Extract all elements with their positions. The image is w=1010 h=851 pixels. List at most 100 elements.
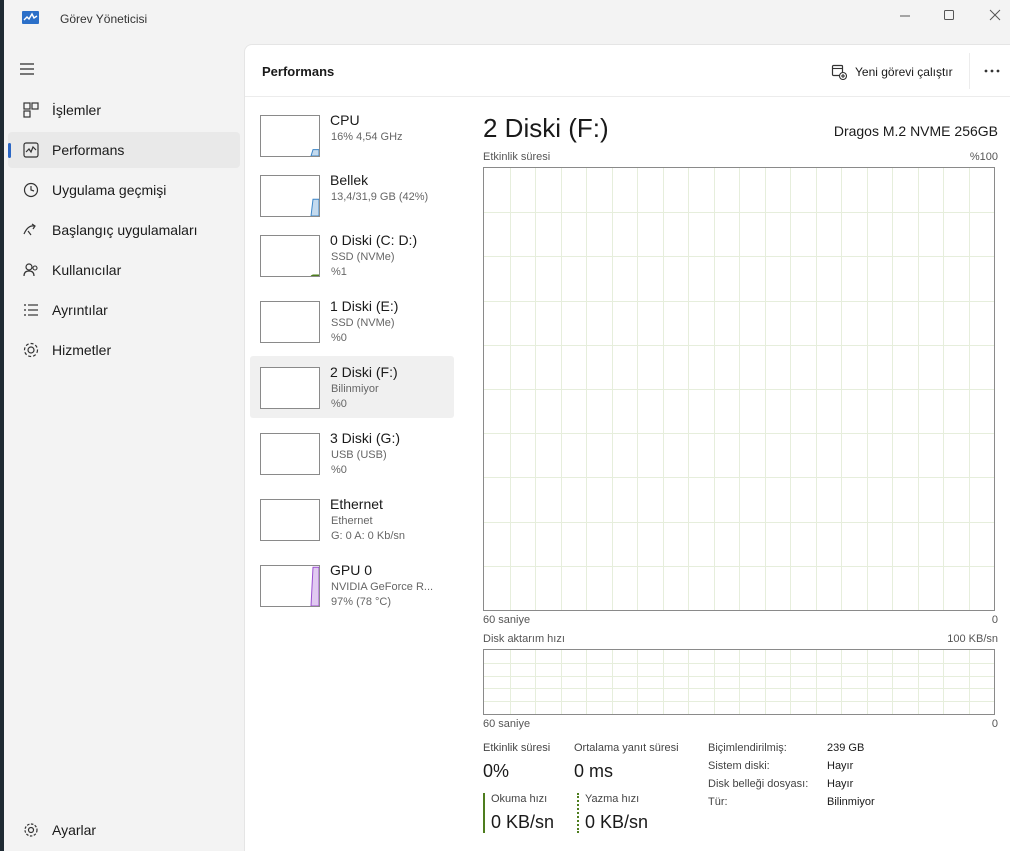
device-item-disk-3[interactable]: 3 Diski (G:) USB (USB) %0 <box>250 425 454 487</box>
activity-time-value: 0% <box>483 761 510 781</box>
device-name: 0 Diski (C: D:) <box>330 232 418 248</box>
device-subtitle: Ethernet <box>331 515 373 527</box>
device-item-memory[interactable]: Bellek 13,4/31,9 GB (42%) <box>250 167 454 229</box>
maximize-icon <box>944 10 954 20</box>
nav-item-label: İşlemler <box>52 102 102 118</box>
device-thumbnail-graph <box>260 565 320 607</box>
page-title: Performans <box>262 64 335 79</box>
device-usage: %0 <box>331 464 347 476</box>
device-subtitle: NVIDIA GeForce R... <box>331 581 434 593</box>
gear-icon <box>22 821 40 839</box>
device-usage: %1 <box>331 266 347 278</box>
device-name: 3 Diski (G:) <box>330 430 400 446</box>
device-name: 1 Diski (E:) <box>330 298 399 314</box>
nav-item-details[interactable]: Ayrıntılar <box>8 292 240 328</box>
transfer-graph-time-right: 0 <box>991 718 998 730</box>
device-thumbnail-graph <box>260 175 320 217</box>
more-icon <box>984 69 1000 73</box>
activity-graph-max: %100 <box>969 151 998 163</box>
device-usage: G: 0 A: 0 Kb/sn <box>331 530 405 542</box>
run-new-task-button[interactable]: Yeni görevi çalıştır <box>831 61 953 83</box>
device-thumbnail-graph <box>260 115 320 157</box>
title-bar: Görev Yöneticisi <box>4 0 1010 40</box>
activity-time-label: Etkinlik süresi <box>483 742 551 754</box>
device-subtitle: USB (USB) <box>331 449 387 461</box>
activity-graph-time-right: 0 <box>991 614 998 626</box>
write-speed-label: Yazma hızı <box>585 793 640 805</box>
maximize-button[interactable] <box>926 0 972 30</box>
performance-icon <box>22 141 40 159</box>
device-usage: %0 <box>331 332 347 344</box>
transfer-graph-label: Disk aktarım hızı <box>483 633 565 645</box>
nav-item-startup-apps[interactable]: Başlangıç uygulamaları <box>8 212 240 248</box>
usage-fill <box>310 566 319 606</box>
device-name: Ethernet <box>330 496 383 512</box>
nav-item-label: Başlangıç uygulamaları <box>52 222 198 238</box>
device-subtitle: SSD (NVMe) <box>331 317 395 329</box>
run-task-icon <box>831 64 848 81</box>
device-name: Bellek <box>330 172 369 188</box>
panel-header: Performans Yeni görevi çalıştır <box>245 45 1010 97</box>
activity-graph-time-left: 60 saniye <box>483 614 531 626</box>
activity-graph-label: Etkinlik süresi <box>483 151 551 163</box>
property-key: Sistem diski: <box>708 760 770 772</box>
device-item-disk-0[interactable]: 0 Diski (C: D:) SSD (NVMe) %1 <box>250 227 454 289</box>
minimize-icon <box>900 15 910 17</box>
nav-item-label: Hizmetler <box>52 342 112 358</box>
read-speed-indicator <box>483 793 485 833</box>
device-item-disk-2[interactable]: 2 Diski (F:) Bilinmiyor %0 <box>250 356 454 418</box>
more-options-button[interactable] <box>981 61 1003 81</box>
property-value: Hayır <box>827 778 854 790</box>
processes-icon <box>22 101 40 119</box>
device-usage: %0 <box>331 398 347 410</box>
nav-item-settings[interactable]: Ayarlar <box>8 812 240 848</box>
property-value: 239 GB <box>827 742 865 754</box>
property-value: Hayır <box>827 760 854 772</box>
device-name: CPU <box>330 112 360 128</box>
nav-item-performance[interactable]: Performans <box>8 132 240 168</box>
read-speed-label: Okuma hızı <box>491 793 548 805</box>
write-speed-value: 0 KB/sn <box>585 812 649 832</box>
avg-response-value: 0 ms <box>574 761 614 781</box>
usage-fill <box>310 198 319 216</box>
device-name: 2 Diski (F:) <box>330 364 398 380</box>
nav-item-app-history[interactable]: Uygulama geçmişi <box>8 172 240 208</box>
device-name: GPU 0 <box>330 562 373 578</box>
close-button[interactable] <box>972 0 1010 30</box>
read-speed-value: 0 KB/sn <box>491 812 555 832</box>
device-usage: 97% (78 °C) <box>331 596 392 608</box>
details-icon <box>22 301 40 319</box>
users-icon <box>22 261 40 279</box>
task-manager-app-icon <box>22 11 39 24</box>
avg-response-label: Ortalama yanıt süresi <box>574 742 679 754</box>
device-item-gpu[interactable]: GPU 0 NVIDIA GeForce R... 97% (78 °C) <box>250 557 454 619</box>
settings-label: Ayarlar <box>52 822 97 838</box>
services-icon <box>22 341 40 359</box>
device-subtitle: Bilinmiyor <box>331 383 379 395</box>
nav-item-label: Uygulama geçmişi <box>52 182 167 198</box>
device-item-ethernet[interactable]: Ethernet Ethernet G: 0 A: 0 Kb/sn <box>250 491 454 553</box>
nav-item-users[interactable]: Kullanıcılar <box>8 252 240 288</box>
header-divider <box>969 53 970 89</box>
hamburger-menu-icon[interactable] <box>18 60 38 76</box>
property-key: Tür: <box>708 796 728 808</box>
device-item-cpu[interactable]: CPU 16% 4,54 GHz <box>250 107 454 169</box>
nav-item-processes[interactable]: İşlemler <box>8 92 240 128</box>
property-key: Biçimlendirilmiş: <box>708 742 787 754</box>
device-item-disk-1[interactable]: 1 Diski (E:) SSD (NVMe) %0 <box>250 293 454 355</box>
performance-panel: Performans Yeni görevi çalıştır CPU 16% … <box>244 44 1010 851</box>
window-title: Görev Yöneticisi <box>60 12 148 26</box>
nav-item-services[interactable]: Hizmetler <box>8 332 240 368</box>
device-subtitle: 13,4/31,9 GB (42%) <box>331 191 429 203</box>
disk-transfer-graph <box>483 649 995 715</box>
usage-fill <box>310 274 319 276</box>
device-thumbnail-graph <box>260 301 320 343</box>
activity-time-graph <box>483 167 995 611</box>
navigation-pane: İşlemler Performans Uygulama geçmişi Baş… <box>4 44 244 851</box>
property-key: Disk belleği dosyası: <box>708 778 809 790</box>
device-subtitle: SSD (NVMe) <box>331 251 395 263</box>
write-speed-indicator <box>577 793 579 833</box>
transfer-graph-max: 100 KB/sn <box>947 633 998 645</box>
minimize-button[interactable] <box>882 0 928 30</box>
device-thumbnail-graph <box>260 367 320 409</box>
